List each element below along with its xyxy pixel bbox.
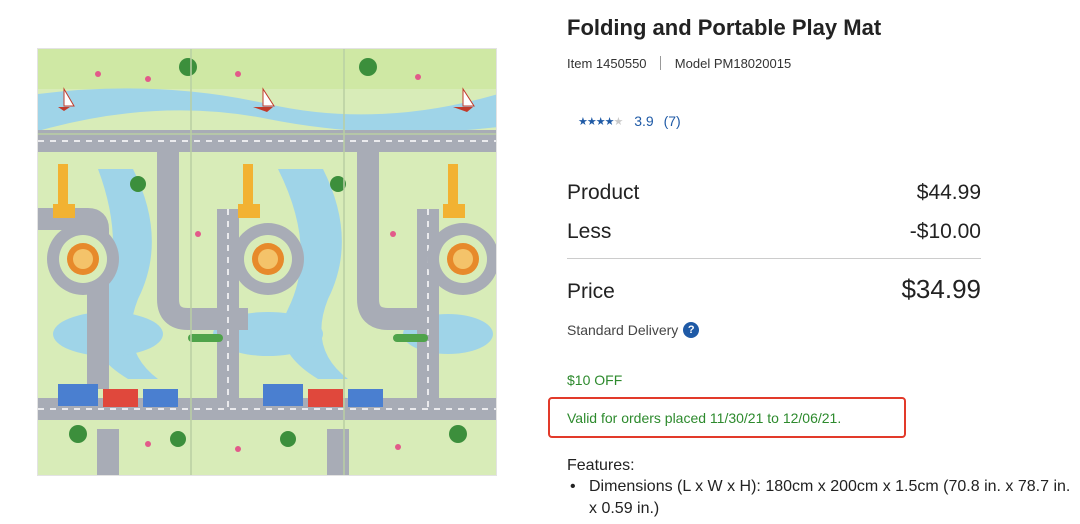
features-heading: Features: — [567, 457, 635, 474]
review-count-link[interactable]: (7) — [664, 113, 681, 129]
discount-row: Less -$10.00 — [567, 220, 981, 244]
discount-value: -$10.00 — [909, 220, 981, 243]
help-icon[interactable]: ? — [683, 322, 700, 338]
product-price-row: Product $44.99 — [567, 181, 981, 205]
product-info-panel: Folding and Portable Play Mat Item 14505… — [548, 0, 1070, 524]
model-number: PM18020015 — [713, 56, 792, 71]
promo-validity: Valid for orders placed 11/30/21 to 12/0… — [567, 410, 842, 426]
item-number: 1450550 — [595, 56, 647, 71]
model-label: Model — [674, 56, 711, 71]
promo-title: $10 OFF — [567, 372, 623, 388]
item-label: Item — [567, 56, 593, 71]
product-price-label: Product — [567, 181, 640, 204]
final-price-label: Price — [567, 280, 615, 303]
final-price-row: Price $34.99 — [567, 274, 981, 305]
star-rating-icon: ★★★★★ — [578, 116, 623, 128]
price-divider — [567, 258, 981, 259]
product-image[interactable] — [37, 48, 497, 476]
rating-value[interactable]: 3.9 — [634, 113, 653, 129]
meta-divider — [660, 56, 662, 70]
delivery-info: Standard Delivery ? — [567, 322, 700, 338]
feature-item: Dimensions (L x W x H): 180cm x 200cm x … — [567, 476, 1072, 520]
product-rating[interactable]: ★★★★★ 3.9 (7) — [578, 113, 681, 129]
discount-label: Less — [567, 220, 612, 243]
features-list: Dimensions (L x W x H): 180cm x 200cm x … — [567, 476, 1072, 520]
stars-empty: ★ — [613, 116, 623, 128]
play-mat-illustration — [38, 49, 496, 475]
product-price-value: $44.99 — [916, 181, 981, 204]
final-price-value: $34.99 — [901, 274, 981, 304]
stars-filled: ★★★★ — [578, 116, 614, 128]
product-title: Folding and Portable Play Mat — [567, 15, 882, 40]
product-meta: Item 1450550 Model PM18020015 — [567, 56, 791, 71]
delivery-label: Standard Delivery — [567, 322, 679, 338]
